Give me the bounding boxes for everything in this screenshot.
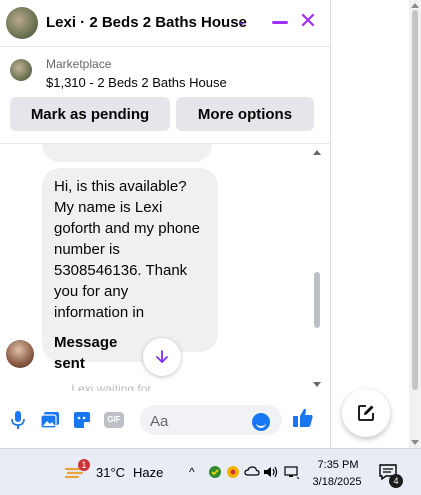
more-options-button[interactable]: More options	[176, 97, 314, 131]
clock-time[interactable]: 7:35 PM	[315, 459, 361, 471]
message-input[interactable]	[148, 405, 252, 437]
cloud-icon[interactable]	[244, 465, 260, 480]
like-icon[interactable]	[292, 407, 314, 429]
avatar[interactable]	[6, 7, 38, 39]
chevron-up-icon[interactable]: ^	[189, 465, 195, 479]
composer: GIF	[0, 393, 330, 448]
sticker-icon[interactable]	[71, 409, 93, 431]
arrow-down-icon	[156, 350, 168, 364]
scroll-up-icon[interactable]	[313, 150, 321, 155]
page-scrollbar[interactable]	[409, 0, 421, 448]
temperature-text[interactable]: 31°C	[96, 465, 125, 480]
volume-icon[interactable]	[262, 465, 278, 482]
gif-label: GIF	[104, 412, 124, 428]
listing-thumbnail[interactable]	[10, 59, 32, 81]
taskbar: 1 31°C Haze ^ 7:35 PM 3/18/2025 4	[0, 448, 421, 495]
scroll-down-icon[interactable]	[313, 382, 321, 387]
message-list: Hi, is this available? My name is Lexi g…	[0, 143, 330, 391]
chat-window: Lexi · 2 Beds 2 Baths House ⌄ ✕ Marketpl…	[0, 0, 331, 448]
clock-date[interactable]: 3/18/2025	[306, 476, 368, 488]
partial-message-text: ... Lexi waiting for...	[58, 382, 161, 391]
weather-condition-text[interactable]: Haze	[133, 465, 163, 480]
message-scrollbar[interactable]	[311, 144, 323, 391]
scrollbar-thumb[interactable]	[314, 272, 320, 328]
background-page	[331, 0, 421, 448]
notification-count-badge: 4	[389, 474, 403, 488]
network-icon[interactable]	[284, 465, 300, 482]
microphone-icon[interactable]	[7, 409, 29, 431]
weather-alert-badge: 1	[78, 459, 90, 471]
minimize-icon[interactable]	[272, 12, 288, 32]
security-icon[interactable]	[208, 465, 222, 482]
mark-as-pending-button[interactable]: Mark as pending	[10, 97, 170, 131]
avatar	[6, 340, 34, 368]
message-text: Hi, is this available? My name is Lexi g…	[54, 178, 200, 342]
chat-header: Lexi · 2 Beds 2 Baths House ⌄ ✕	[0, 0, 330, 47]
close-icon[interactable]: ✕	[298, 10, 318, 32]
listing-title[interactable]: $1,310 - 2 Beds 2 Baths House	[46, 75, 227, 90]
photo-icon[interactable]	[39, 409, 61, 431]
chevron-down-icon[interactable]: ⌄	[237, 14, 247, 28]
scroll-down-icon[interactable]	[411, 440, 419, 445]
new-message-button[interactable]	[342, 389, 390, 437]
marketplace-label: Marketplace	[46, 57, 112, 71]
scroll-up-icon[interactable]	[411, 3, 419, 8]
gif-icon[interactable]: GIF	[103, 409, 125, 431]
app-tray-icon[interactable]	[226, 465, 240, 482]
scroll-to-bottom-button[interactable]	[143, 338, 181, 376]
chat-title[interactable]: Lexi · 2 Beds 2 Baths House	[46, 14, 247, 31]
compose-icon	[358, 405, 374, 421]
message-bubble	[42, 144, 212, 162]
marketplace-listing: Marketplace $1,310 - 2 Beds 2 Baths Hous…	[0, 47, 330, 142]
scrollbar-thumb[interactable]	[412, 10, 418, 390]
emoji-icon[interactable]	[252, 413, 270, 431]
